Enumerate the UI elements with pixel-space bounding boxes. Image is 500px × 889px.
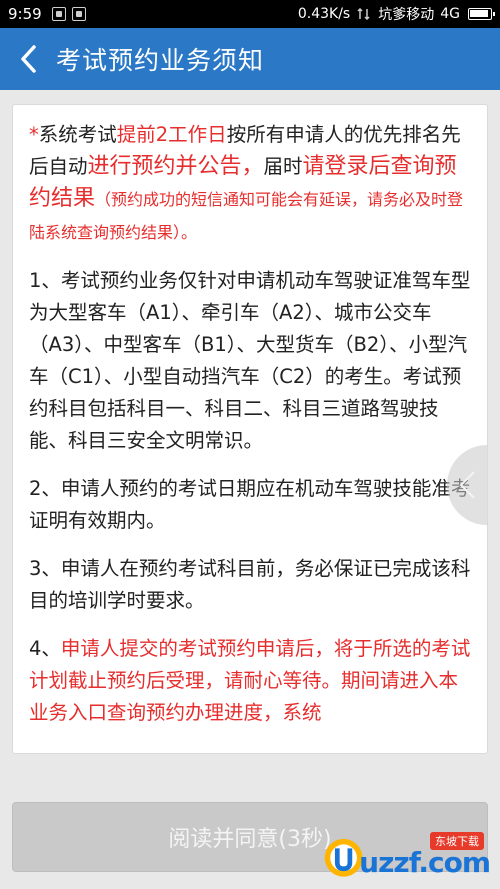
back-button[interactable] bbox=[0, 28, 56, 90]
intro-text-3: 届时 bbox=[263, 155, 303, 178]
asterisk-mark: * bbox=[29, 123, 39, 146]
status-bar: 9:59 0.43K/s 坑爹移动 4G bbox=[0, 0, 500, 28]
network-speed: 0.43K/s bbox=[297, 6, 351, 22]
image-notification-icon bbox=[71, 7, 86, 21]
notice-item-4: 4、申请人提交的考试预约申请后，将于所选的考试计划截止预约后受理，请耐心等待。期… bbox=[29, 633, 473, 729]
network-type: 4G bbox=[440, 6, 460, 22]
notice-item-3: 3、申请人在预约考试科目前，务必保证已完成该科目的培训学时要求。 bbox=[29, 557, 471, 612]
app-header: 考试预约业务须知 bbox=[0, 28, 500, 90]
triangle-left-icon bbox=[459, 471, 475, 499]
watermark-badge: 东坡下载 bbox=[430, 832, 484, 850]
site-watermark: uzzf.com 东坡下载 bbox=[320, 828, 491, 886]
item-4-text: 申请人提交的考试预约申请后，将于所选的考试计划截止预约后受理，请耐心等待。期间请… bbox=[29, 637, 471, 724]
intro-text-1: 系统考试 bbox=[38, 123, 117, 146]
watermark-text: uzzf.com bbox=[359, 845, 491, 879]
notice-card[interactable]: *系统考试提前2工作日按所有申请人的优先排名先后自动进行预约并公告，届时请登录后… bbox=[12, 104, 488, 754]
notice-item-2: 2、申请人预约的考试日期应在机动车驾驶技能准考证明有效期内。 bbox=[29, 477, 471, 532]
clock: 9:59 bbox=[8, 5, 42, 23]
battery-icon bbox=[468, 8, 495, 20]
notice-intro: *系统考试提前2工作日按所有申请人的优先排名先后自动进行预约并公告，届时请登录后… bbox=[29, 119, 473, 249]
app-notification-icon bbox=[51, 7, 66, 21]
notice-item-1: 1、考试预约业务仅针对申请机动车驾驶证准驾车型为大型客车（A1）、牵引车（A2）… bbox=[29, 269, 471, 452]
intro-highlight-1: 提前2工作日 bbox=[116, 123, 227, 146]
intro-highlight-2: 进行预约并公告， bbox=[87, 154, 264, 179]
item-4-prefix: 4、 bbox=[29, 637, 61, 660]
intro-note: （预约成功的短信通知可能会有延误，请务必及时登陆系统查询预约结果）。 bbox=[29, 190, 464, 242]
page-title: 考试预约业务须知 bbox=[56, 46, 265, 75]
data-transfer-icon bbox=[357, 8, 370, 20]
carrier-name: 坑爹移动 bbox=[378, 7, 435, 23]
chevron-left-icon bbox=[21, 45, 36, 73]
